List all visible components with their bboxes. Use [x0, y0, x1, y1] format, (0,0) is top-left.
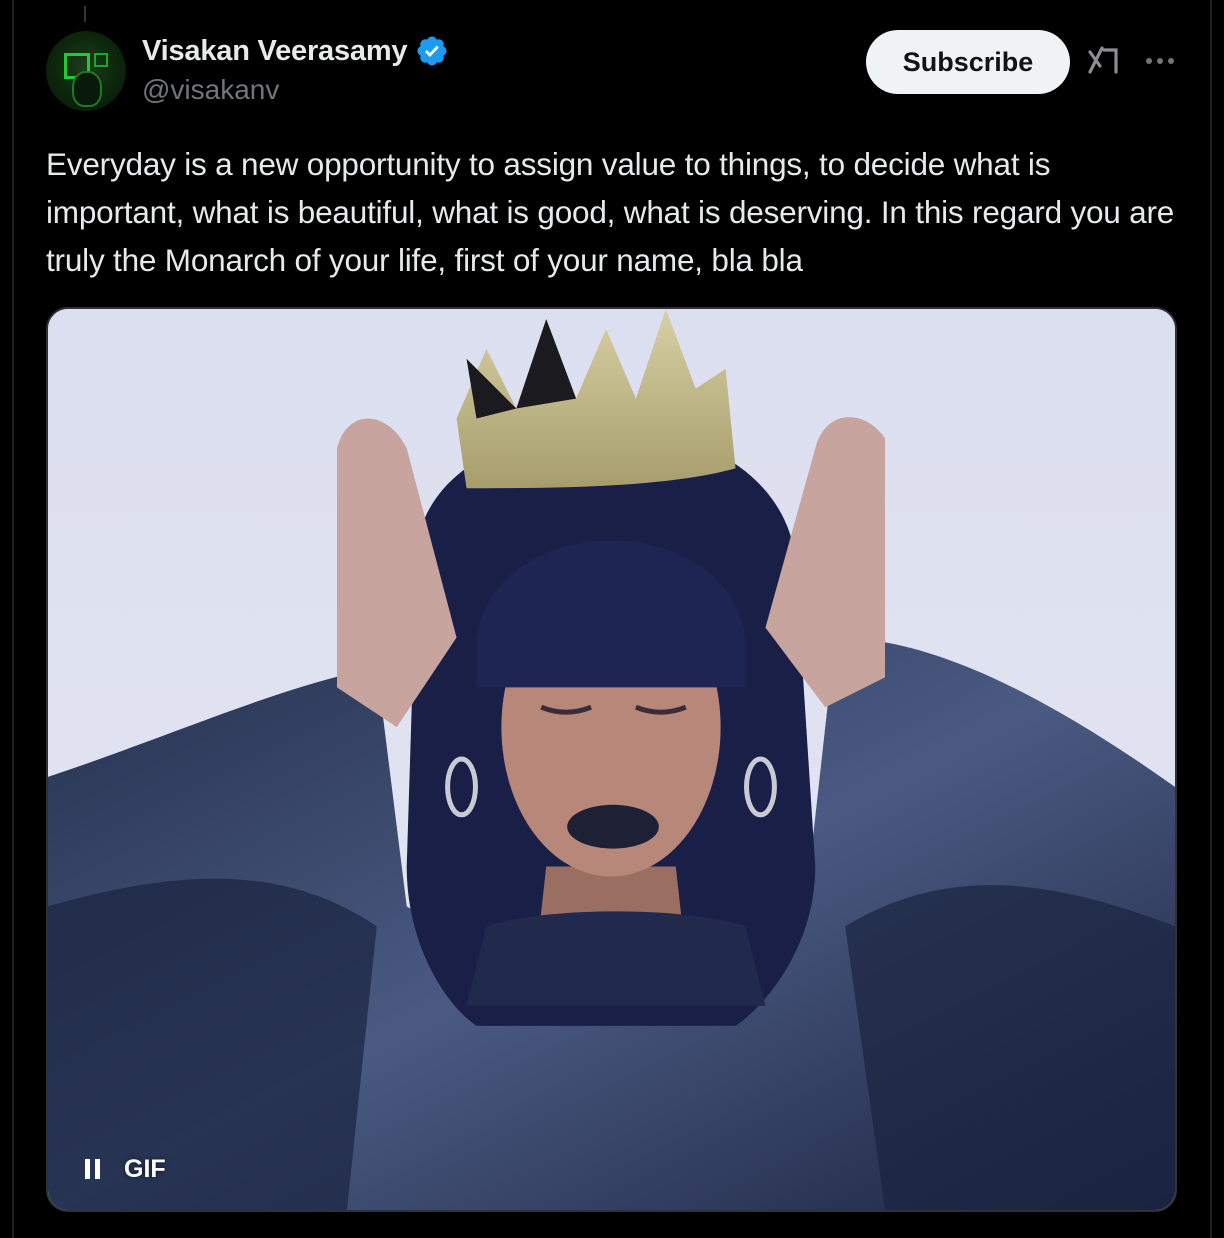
- tweet-text: Everyday is a new opportunity to assign …: [46, 146, 1175, 278]
- pause-icon[interactable]: [72, 1149, 112, 1189]
- thread-connector: [84, 6, 86, 22]
- tweet-media-gif[interactable]: GIF: [46, 307, 1177, 1212]
- avatar-graphic-accent: [94, 53, 108, 67]
- author-display-name[interactable]: Visakan Veerasamy: [142, 35, 408, 68]
- verified-badge-icon: [417, 36, 447, 66]
- subscribe-button[interactable]: Subscribe: [866, 30, 1070, 94]
- gif-controls: GIF: [72, 1149, 166, 1189]
- author-row: Visakan Veerasamy: [142, 34, 449, 68]
- avatar[interactable]: [46, 31, 126, 111]
- gif-badge: GIF: [124, 1154, 166, 1183]
- tweet-card: Visakan Veerasamy @visakanv Subscribe Ev…: [0, 0, 1224, 1238]
- avatar-face: [72, 71, 102, 107]
- more-options-icon[interactable]: [1140, 46, 1180, 76]
- author-handle[interactable]: @visakanv: [142, 74, 279, 106]
- grok-icon[interactable]: [1086, 42, 1122, 78]
- gif-still-image: [48, 309, 1175, 1210]
